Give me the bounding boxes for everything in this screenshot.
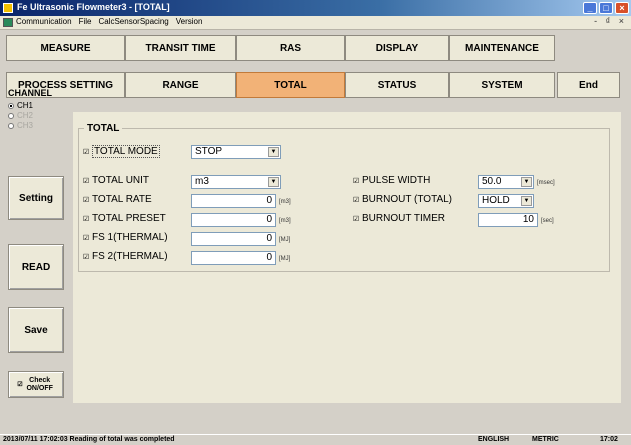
total-unit-select[interactable]: m3 ▼ [191,175,281,189]
menu-calc-sensor-spacing[interactable]: CalcSensorSpacing [98,17,168,26]
radio-ch2-label: CH2 [17,111,34,120]
maximize-icon[interactable]: □ [599,2,613,14]
menu-bar: Communication File CalcSensorSpacing Ver… [0,16,631,30]
tab-total[interactable]: TOTAL [236,72,345,98]
total-unit-checkbox[interactable]: ☑ TOTAL UNIT [82,175,149,186]
units-indicator: METRIC [532,436,559,443]
language-indicator: ENGLISH [478,436,510,443]
check-onoff-label: Check ON/OFF [26,376,53,392]
radio-ch1-label: CH1 [17,101,34,110]
burnout-timer-label: BURNOUT TIMER [362,213,445,224]
tab-range[interactable]: RANGE [125,72,236,98]
pulse-width-value: 50.0 [482,176,502,187]
burnout-total-checkbox[interactable]: ☑ BURNOUT (TOTAL) [352,194,452,205]
pulse-width-unit: [msec] [537,180,555,186]
checkbox-checked-icon: ☑ [82,196,90,204]
radio-ch3-label: CH3 [17,121,34,130]
total-rate-input[interactable]: 0 [191,194,276,208]
pulse-width-select[interactable]: 50.0 ▼ [478,175,534,189]
checkbox-checked-icon: ☑ [352,215,360,223]
radio-selected-icon [8,102,14,109]
burnout-timer-input[interactable]: 10 [478,213,538,227]
end-button[interactable]: End [557,72,620,98]
chevron-down-icon: ▼ [268,177,279,187]
minimize-icon[interactable]: _ [583,2,597,14]
total-rate-label: TOTAL RATE [92,194,152,205]
fs2-thermal-unit: [MJ] [279,256,291,262]
setting-button[interactable]: Setting [8,176,64,220]
total-rate-checkbox[interactable]: ☑ TOTAL RATE [82,194,152,205]
chevron-down-icon: ▼ [268,147,279,157]
burnout-timer-checkbox[interactable]: ☑ BURNOUT TIMER [352,213,445,224]
fs1-thermal-input[interactable]: 0 [191,232,276,246]
fs1-thermal-unit: [MJ] [279,237,291,243]
radio-ch2: CH2 [8,111,33,120]
radio-icon [8,112,14,119]
total-unit-value: m3 [195,176,209,187]
checkbox-checked-icon: ☑ [82,177,90,185]
radio-ch1[interactable]: CH1 [8,101,33,110]
total-preset-label: TOTAL PRESET [92,213,166,224]
menu-communication[interactable]: Communication [16,17,72,26]
total-mode-checkbox[interactable]: ☑ TOTAL MODE [82,145,160,158]
burnout-timer-unit: [sec] [541,218,554,224]
tab-display[interactable]: DISPLAY [345,35,449,61]
chevron-down-icon: ▼ [521,177,532,187]
burnout-total-select[interactable]: HOLD ▼ [478,194,534,208]
tab-ras[interactable]: RAS [236,35,345,61]
menu-file[interactable]: File [79,17,92,26]
total-mode-select[interactable]: STOP ▼ [191,145,281,159]
radio-ch3: CH3 [8,121,33,130]
burnout-total-label: BURNOUT (TOTAL) [362,194,453,205]
total-group-label: TOTAL [84,123,123,134]
read-button[interactable]: READ [8,244,64,290]
title-bar: Fe Ultrasonic Flowmeter3 - [TOTAL] _ □ × [0,0,631,16]
tab-status[interactable]: STATUS [345,72,449,98]
tab-transit-time[interactable]: TRANSIT TIME [125,35,236,61]
mdi-controls[interactable]: - ₫ × [594,16,627,26]
check-onoff-button[interactable]: ☑ Check ON/OFF [8,371,64,398]
fs1-thermal-label: FS 1(THERMAL) [92,232,168,243]
menu-version[interactable]: Version [176,17,203,26]
checkbox-checked-icon: ☑ [352,177,360,185]
checkbox-checked-icon: ☑ [82,234,90,242]
checkbox-checked-icon: ☑ [82,253,90,261]
total-mode-value: STOP [195,146,223,157]
pulse-width-checkbox[interactable]: ☑ PULSE WIDTH [352,175,430,186]
close-icon[interactable]: × [615,2,629,14]
total-mode-label: TOTAL MODE [92,145,160,158]
tab-maintenance[interactable]: MAINTENANCE [449,35,555,61]
tab-system[interactable]: SYSTEM [449,72,555,98]
fs1-thermal-checkbox[interactable]: ☑ FS 1(THERMAL) [82,232,168,243]
fs2-thermal-checkbox[interactable]: ☑ FS 2(THERMAL) [82,251,168,262]
checkbox-icon: ☑ [17,381,23,388]
status-bar: 2013/07/11 17:02:03 Reading of total was… [0,434,631,445]
save-button[interactable]: Save [8,307,64,353]
radio-icon [8,122,14,129]
pulse-width-label: PULSE WIDTH [362,175,431,186]
clock: 17:02 [600,436,618,443]
checkbox-checked-icon: ☑ [82,148,90,156]
checkbox-checked-icon: ☑ [82,215,90,223]
total-preset-unit: [m3] [279,218,291,224]
chevron-down-icon: ▼ [521,196,532,206]
total-rate-unit: [m3] [279,199,291,205]
checkbox-checked-icon: ☑ [352,196,360,204]
burnout-total-value: HOLD [482,195,510,206]
status-message: 2013/07/11 17:02:03 Reading of total was… [3,436,175,443]
total-preset-checkbox[interactable]: ☑ TOTAL PRESET [82,213,166,224]
channel-label: CHANNEL [8,88,52,98]
fs2-thermal-input[interactable]: 0 [191,251,276,265]
fs2-thermal-label: FS 2(THERMAL) [92,251,168,262]
window-title: Fe Ultrasonic Flowmeter3 - [TOTAL] [17,2,170,12]
total-preset-input[interactable]: 0 [191,213,276,227]
document-icon [3,18,13,27]
total-unit-label: TOTAL UNIT [92,175,150,186]
app-icon [3,3,13,13]
tab-measure[interactable]: MEASURE [6,35,125,61]
